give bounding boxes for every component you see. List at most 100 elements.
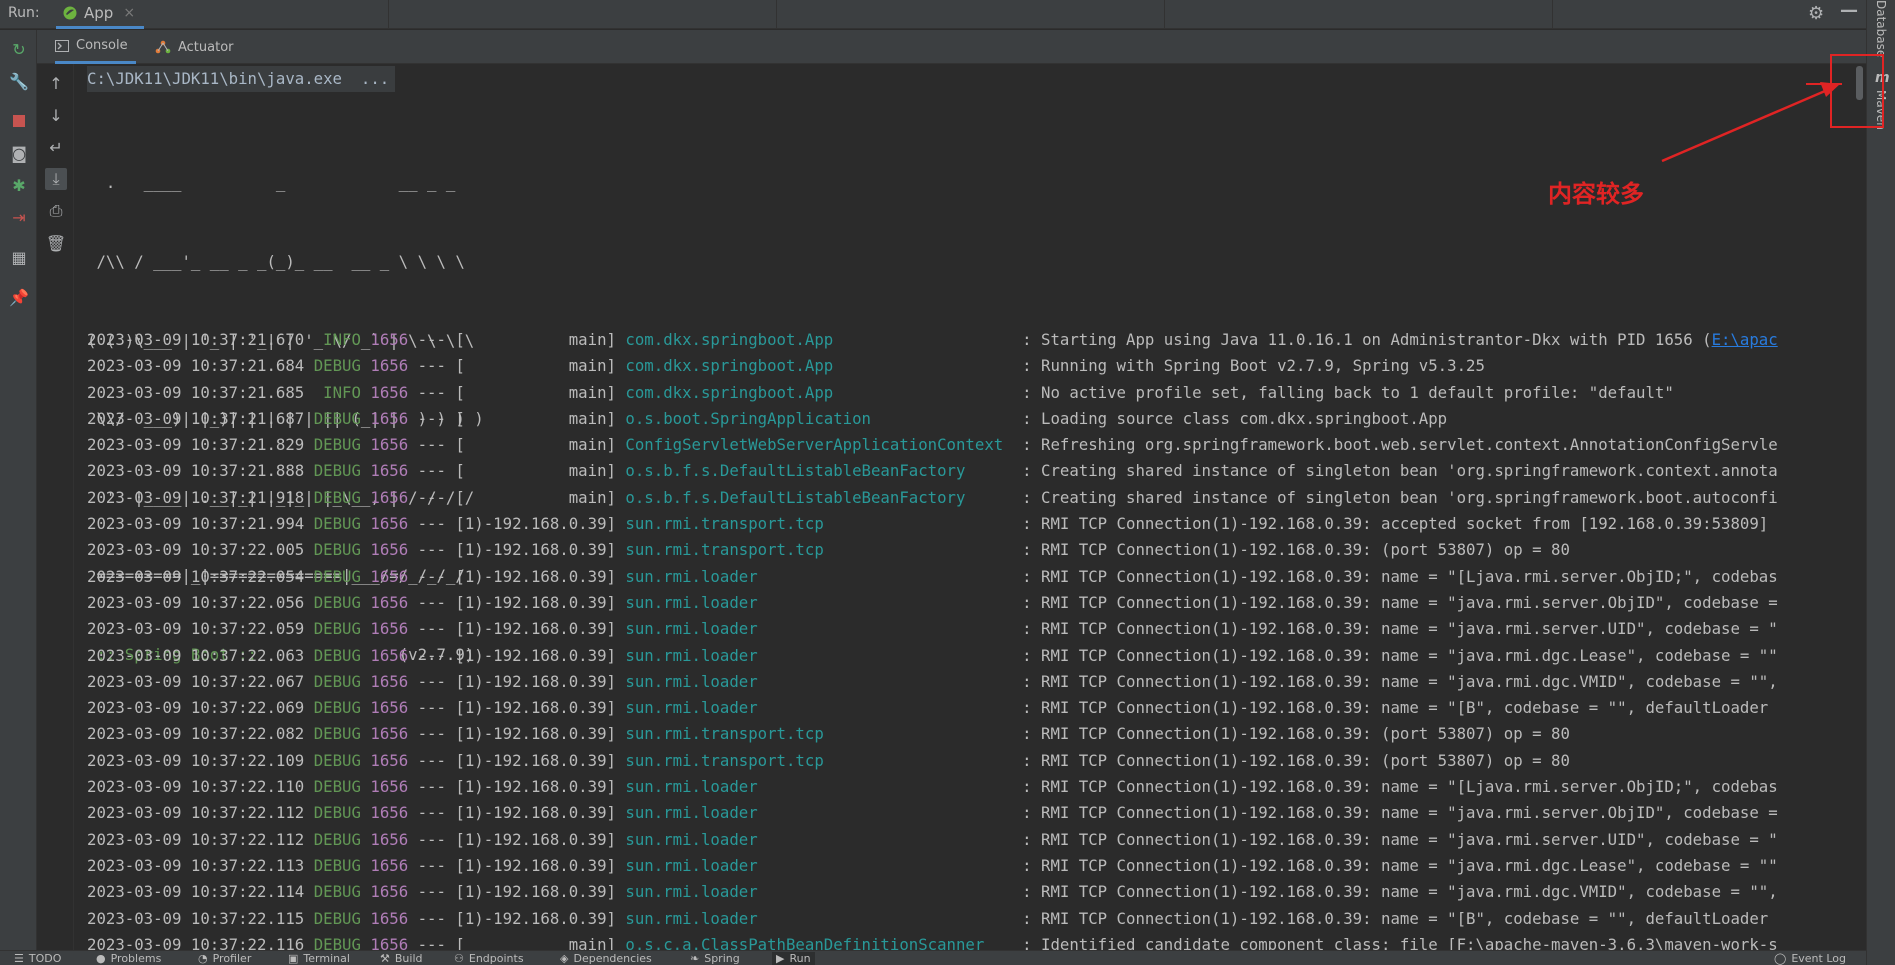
log-thread: [ main]	[455, 461, 616, 481]
bug-icon[interactable]: ✱	[8, 174, 30, 196]
log-separator: ---	[417, 435, 446, 455]
soft-wrap-icon[interactable]: ↵	[45, 136, 67, 158]
log-separator: ---	[417, 566, 446, 586]
log-line: 2023-03-09 10:37:21.888 DEBUG 1656 --- […	[87, 458, 1778, 484]
log-level: DEBUG	[313, 829, 361, 849]
bottom-tab-event-log[interactable]: ◯ Event Log	[1774, 952, 1846, 965]
camera-icon[interactable]: ◙	[8, 142, 30, 164]
log-file-link[interactable]: E:\apac	[1712, 330, 1778, 349]
log-thread: [1)-192.168.0.39]	[455, 698, 616, 718]
pin-icon[interactable]: 📌	[8, 286, 30, 308]
layout-icon[interactable]: ▦	[8, 246, 30, 268]
command-line[interactable]: C:\JDK11\JDK11\bin\java.exe ...	[87, 66, 396, 92]
bottom-tab-dependencies[interactable]: ◈ Dependencies	[560, 952, 652, 965]
log-level: DEBUG	[313, 540, 361, 560]
log-line: 2023-03-09 10:37:22.082 DEBUG 1656 --- […	[87, 721, 1778, 747]
log-pid: 1656	[370, 645, 409, 665]
log-line: 2023-03-09 10:37:21.687 DEBUG 1656 --- […	[87, 406, 1778, 432]
bottom-tab-run[interactable]: ▶ Run	[772, 952, 815, 965]
bottom-tab-profiler[interactable]: ◔ Profiler	[198, 952, 251, 965]
minimize-icon[interactable]: —	[1840, 0, 1858, 21]
log-line: 2023-03-09 10:37:22.109 DEBUG 1656 --- […	[87, 748, 1778, 774]
bottom-tab-build[interactable]: ⚒ Build	[380, 952, 423, 965]
bottom-tab-spring[interactable]: ❧ Spring	[690, 952, 740, 965]
gear-icon[interactable]: ⚙	[1808, 3, 1824, 24]
run-tab-app[interactable]: App ×	[56, 0, 144, 29]
todo-icon: ☰	[14, 952, 24, 965]
log-level: DEBUG	[313, 777, 361, 797]
log-pid: 1656	[370, 724, 409, 744]
tab-actuator[interactable]: Actuator	[155, 30, 234, 64]
log-message: : RMI TCP Connection(1)-192.168.0.39: na…	[1022, 829, 1778, 849]
log-thread: [ main]	[455, 934, 616, 950]
trash-icon[interactable]: 🗑	[45, 232, 67, 254]
log-thread: [1)-192.168.0.39]	[455, 882, 616, 902]
log-timestamp: 2023-03-09 10:37:22.063	[87, 645, 305, 665]
log-timestamp: 2023-03-09 10:37:22.054	[87, 566, 305, 586]
log-level: INFO	[313, 382, 361, 402]
close-icon[interactable]: ×	[123, 5, 135, 21]
run-icon: ▶	[776, 952, 785, 965]
tab-actuator-label: Actuator	[178, 39, 234, 55]
bottom-tab-problems[interactable]: ● Problems	[96, 952, 161, 965]
log-level: DEBUG	[313, 435, 361, 455]
log-logger: sun.rmi.loader	[625, 671, 1013, 691]
stop-icon[interactable]	[8, 110, 30, 132]
log-message: : RMI TCP Connection(1)-192.168.0.39: na…	[1022, 645, 1778, 665]
log-thread: [ main]	[455, 382, 616, 402]
bottom-tab-endpoints[interactable]: ⚇ Endpoints	[454, 952, 524, 965]
banner-line: . ____ _ __ _ _	[87, 173, 456, 193]
scroll-to-end-icon[interactable]: ⤓	[45, 168, 67, 190]
log-level: DEBUG	[313, 803, 361, 823]
log-timestamp: 2023-03-09 10:37:22.082	[87, 724, 305, 744]
log-pid: 1656	[370, 855, 409, 875]
exit-icon[interactable]: ⇥	[8, 206, 30, 228]
log-message: : No active profile set, falling back to…	[1022, 382, 1674, 402]
log-pid: 1656	[370, 487, 409, 507]
bottom-tab-todo[interactable]: ☰ TODO	[14, 952, 61, 965]
vertical-scrollbar[interactable]	[1852, 64, 1866, 950]
run-header: Run: App × ⚙ —	[0, 0, 1866, 29]
banner-line: /\\ / ___'_ __ _ _(_)_ __ __ _ \ \ \ \	[87, 252, 465, 272]
log-pid: 1656	[370, 829, 409, 849]
log-line: 2023-03-09 10:37:22.115 DEBUG 1656 --- […	[87, 906, 1778, 932]
log-message: : Starting App using Java 11.0.16.1 on A…	[1022, 330, 1712, 349]
log-pid: 1656	[370, 934, 409, 950]
tab-console-label: Console	[76, 38, 128, 53]
arrow-up-icon[interactable]: ↑	[45, 72, 67, 94]
log-pid: 1656	[370, 566, 409, 586]
log-message: : Running with Spring Boot v2.7.9, Sprin…	[1022, 356, 1485, 376]
log-logger: o.s.b.f.s.DefaultListableBeanFactory	[625, 461, 1013, 481]
log-message: : Loading source class com.dkx.springboo…	[1022, 408, 1448, 428]
arrow-down-icon[interactable]: ↓	[45, 104, 67, 126]
log-timestamp: 2023-03-09 10:37:21.684	[87, 356, 305, 376]
log-logger: com.dkx.springboot.App	[625, 356, 1013, 376]
console-toolbar: ↑ ↓ ↵ ⤓ ⎙ 🗑	[37, 64, 74, 950]
terminal-icon: ▣	[288, 952, 299, 965]
log-pid: 1656	[370, 908, 409, 928]
log-logger: o.s.c.a.ClassPathBeanDefinitionScanner	[625, 934, 1013, 950]
header-divider	[1164, 0, 1165, 29]
log-timestamp: 2023-03-09 10:37:21.888	[87, 461, 305, 481]
log-separator: ---	[417, 882, 446, 902]
rerun-icon[interactable]: ↻	[8, 38, 30, 60]
log-message: : RMI TCP Connection(1)-192.168.0.39: na…	[1022, 592, 1778, 612]
log-separator: ---	[417, 619, 446, 639]
log-level: DEBUG	[313, 671, 361, 691]
log-pid: 1656	[370, 619, 409, 639]
tab-console[interactable]: Console	[55, 30, 136, 64]
wrench-icon[interactable]: 🔧	[8, 70, 30, 92]
log-message: : RMI TCP Connection(1)-192.168.0.39: na…	[1022, 908, 1769, 928]
log-thread: [1)-192.168.0.39]	[455, 829, 616, 849]
log-logger: ConfigServletWebServerApplicationContext	[625, 435, 1013, 455]
log-line: 2023-03-09 10:37:22.110 DEBUG 1656 --- […	[87, 774, 1778, 800]
database-tool-button[interactable]: Database	[1874, 0, 1888, 57]
bottom-tool-bar: ☰ TODO ● Problems ◔ Profiler ▣ Terminal ⚒ Bui…	[0, 950, 1866, 965]
bottom-tab-terminal[interactable]: ▣ Terminal	[288, 952, 350, 965]
log-timestamp: 2023-03-09 10:37:22.067	[87, 671, 305, 691]
run-toolbar-primary: ↻ 🔧 ◙ ✱ ⇥ ▦ 📌	[0, 30, 37, 950]
print-icon[interactable]: ⎙	[45, 200, 67, 222]
log-timestamp: 2023-03-09 10:37:22.059	[87, 619, 305, 639]
log-level: DEBUG	[313, 645, 361, 665]
log-timestamp: 2023-03-09 10:37:22.116	[87, 934, 305, 950]
